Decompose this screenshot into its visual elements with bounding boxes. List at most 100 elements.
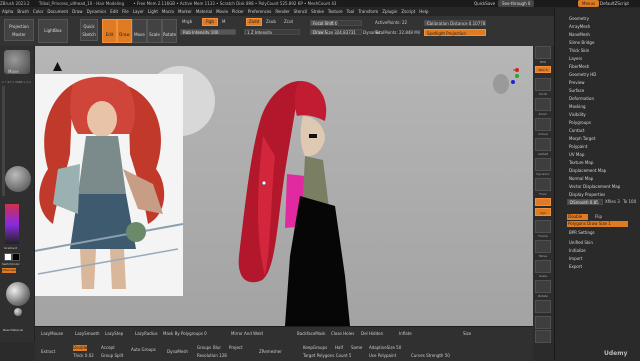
calibration-distance-slider[interactable]: Calibration Distance 0.10778: [424, 20, 486, 26]
sculpt-model[interactable]: [205, 76, 365, 326]
rotate-view-button[interactable]: [535, 280, 551, 293]
flip-toggle[interactable]: Flip: [595, 214, 602, 219]
bpr-settings-item[interactable]: BPR Settings: [569, 230, 595, 235]
palette-item-preview[interactable]: Preview: [569, 80, 585, 85]
palette-item-polypaint[interactable]: Polypaint: [569, 144, 587, 149]
mirror-and-weld-button[interactable]: Mirror And Weld: [231, 331, 263, 336]
palette-item-morph-target[interactable]: Morph Target: [569, 136, 595, 141]
rotate-button[interactable]: Rotate: [162, 19, 177, 43]
frame-button[interactable]: [535, 220, 551, 233]
move-button[interactable]: Move: [132, 19, 147, 43]
palette-item-normal-map[interactable]: Normal Map: [569, 176, 593, 181]
palette-item-display-properties[interactable]: Display Properties: [569, 192, 605, 197]
menu-draw[interactable]: Draw: [70, 7, 84, 16]
palette-item-thick-skin[interactable]: Thick Skin: [569, 48, 589, 53]
extract-button[interactable]: Extract: [41, 349, 55, 354]
lazyradius-slider[interactable]: LazyRadius: [135, 331, 158, 336]
palette-item-deformation[interactable]: Deformation: [569, 96, 594, 101]
polygons-draw-size-slider[interactable]: Polygons Draw Size 1: [567, 221, 628, 227]
spotlight-projection-button[interactable]: Spotlight Projection: [424, 29, 486, 36]
zcut-toggle[interactable]: Zcut: [284, 19, 293, 24]
zadd-toggle[interactable]: Zadd: [246, 18, 262, 26]
double-extract-toggle[interactable]: Double: [73, 345, 87, 351]
menu-movie[interactable]: Movie: [214, 7, 230, 16]
edit-button[interactable]: Edit: [102, 19, 117, 43]
menu-stencil[interactable]: Stencil: [292, 7, 310, 16]
dynamesh-button[interactable]: DynaMesh: [167, 349, 188, 354]
zoom-button[interactable]: [535, 98, 551, 111]
menu-marker[interactable]: Marker: [176, 7, 194, 16]
palette-item-layers[interactable]: Layers: [569, 56, 582, 61]
lightbox-button[interactable]: LightBox: [38, 19, 68, 43]
blur-slider[interactable]: Blur: [213, 345, 221, 350]
menu-transform[interactable]: Transform: [356, 7, 380, 16]
main-color-swatch[interactable]: [4, 253, 12, 261]
close-holes-button[interactable]: Close Holes: [331, 331, 354, 336]
actual-button[interactable]: [535, 118, 551, 131]
see-through-slider[interactable]: See-through 0: [498, 0, 535, 7]
project-toggle[interactable]: Project: [229, 345, 243, 350]
aahalf-button[interactable]: [535, 138, 551, 151]
draw-button[interactable]: Draw: [117, 19, 132, 43]
menu-edit[interactable]: Edit: [108, 7, 120, 16]
projection-master-button[interactable]: Projection Master: [4, 19, 34, 41]
palette-item-slime-bridge[interactable]: Slime Bridge: [569, 40, 594, 45]
navigation-gizmo[interactable]: [483, 64, 523, 104]
alternate-button[interactable]: Alternate: [2, 268, 16, 273]
floor-button[interactable]: [535, 178, 551, 191]
bpr-button[interactable]: [535, 46, 551, 59]
document-canvas[interactable]: [35, 46, 533, 326]
curves-strength-slider[interactable]: Curves Strength 50: [411, 353, 450, 358]
spix-button[interactable]: SPix 3: [535, 66, 551, 73]
dynamic-persp-button[interactable]: [535, 158, 551, 171]
scroll-button[interactable]: [535, 78, 551, 91]
menu-dynamics[interactable]: Dynamics: [85, 7, 109, 16]
resolution-slider[interactable]: Resolution 128: [197, 353, 227, 358]
menu-layer[interactable]: Layer: [131, 7, 146, 16]
lazysmooth-slider[interactable]: LazySmooth: [75, 331, 100, 336]
zremesher-button[interactable]: ZRemesher: [259, 349, 282, 354]
menu-picker[interactable]: Picker: [230, 7, 246, 16]
mask-by-polygroups-slider[interactable]: Mask By Polygroups 0: [163, 331, 207, 336]
material-thumbnail[interactable]: [6, 282, 30, 306]
scale-button[interactable]: Scale: [147, 19, 162, 43]
menu-brush[interactable]: Brush: [15, 7, 31, 16]
palette-item-geometry-hd[interactable]: Geometry HD: [569, 72, 596, 77]
line-fill-button[interactable]: [535, 300, 551, 313]
transp-button[interactable]: [535, 316, 551, 329]
target-polygons-count-slider[interactable]: Target Polygons Count 5: [303, 353, 351, 358]
zsub-toggle[interactable]: Zsub: [266, 19, 276, 24]
lazystep-slider[interactable]: LazyStep: [105, 331, 123, 336]
accept-button[interactable]: Accept: [101, 345, 115, 350]
m-toggle[interactable]: M: [222, 19, 225, 24]
dsmooth-slider[interactable]: DSmooth 0.85: [567, 199, 603, 205]
menu-material[interactable]: Material: [194, 7, 214, 16]
group-split-button[interactable]: Group Split: [101, 353, 123, 358]
menu-render[interactable]: Render: [273, 7, 291, 16]
menu-zplugin[interactable]: Zplugin: [380, 7, 399, 16]
mrgb-toggle[interactable]: Mrgb: [182, 19, 192, 24]
auto-groups-button[interactable]: Auto Groups: [131, 347, 156, 352]
palette-item-unified-skin[interactable]: Unified Skin: [569, 240, 593, 245]
palette-item-masking[interactable]: Masking: [569, 104, 586, 109]
draw-size-slider[interactable]: Draw Size 324.83731: [310, 29, 362, 35]
palette-item-uv-map[interactable]: UV Map: [569, 152, 584, 157]
scale-view-button[interactable]: [535, 260, 551, 273]
menu-document[interactable]: Document: [45, 7, 70, 16]
groups-toggle[interactable]: Groups: [197, 345, 211, 350]
color-picker-swatch[interactable]: [5, 204, 19, 244]
rgb-intensity-slider[interactable]: Rgb Intensity 100: [180, 29, 236, 35]
xyz-button[interactable]: Xyz: [535, 208, 551, 216]
palette-item-visibility[interactable]: Visibility: [569, 112, 586, 117]
palette-item-arraymesh[interactable]: ArrayMesh: [569, 24, 590, 29]
palette-item-nanomesh[interactable]: NanoMesh: [569, 32, 590, 37]
backface-mask-toggle[interactable]: BackfaceMask: [297, 331, 326, 336]
secondary-color-swatch[interactable]: [12, 253, 20, 261]
palette-item-contact[interactable]: Contact: [569, 128, 585, 133]
menu-help[interactable]: Help: [417, 7, 430, 16]
use-polypaint-toggle[interactable]: Use Polypaint: [369, 353, 396, 358]
del-hidden-button[interactable]: Del Hidden: [361, 331, 383, 336]
switch-color-button[interactable]: SwitchColor: [2, 262, 20, 266]
palette-item-polygroups[interactable]: Polygroups: [569, 120, 591, 125]
menu-file[interactable]: File: [120, 7, 131, 16]
